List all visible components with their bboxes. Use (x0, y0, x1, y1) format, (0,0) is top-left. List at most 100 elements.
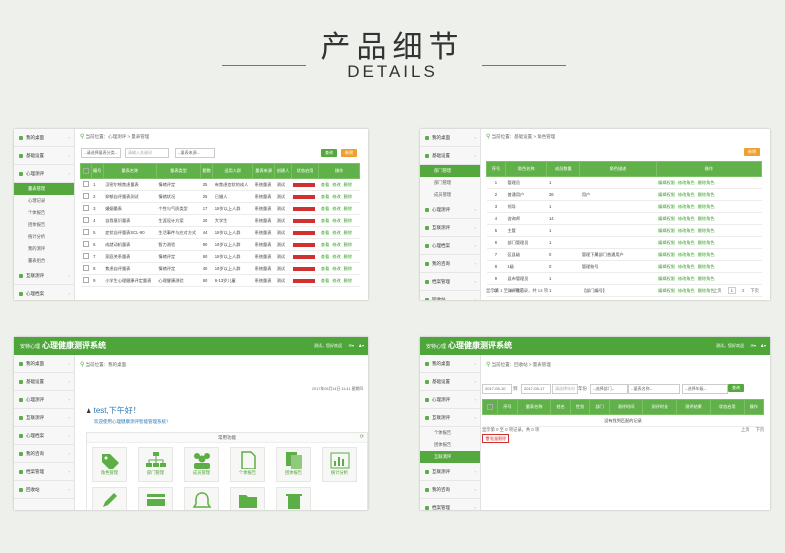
op-link[interactable]: 查看 (321, 278, 329, 283)
submenu-item[interactable]: 成员管理 (420, 189, 480, 201)
submenu-item[interactable]: 团体报告 (14, 219, 74, 231)
submenu-item[interactable]: 我的测评 (14, 243, 74, 255)
page-link[interactable]: 2 (742, 288, 744, 293)
checkbox[interactable] (487, 403, 494, 410)
sidebar-item[interactable]: 我的桌面 › (14, 355, 74, 373)
op-link[interactable]: 修改 (332, 218, 340, 223)
sidebar-item[interactable]: 基础设置 › (420, 373, 480, 391)
op-link[interactable]: 修改 (332, 254, 340, 259)
op-link[interactable]: 查看 (321, 206, 329, 211)
user-icon[interactable]: ♟▾ (760, 343, 766, 348)
shortcut-tile[interactable]: 团体报告 (276, 447, 311, 482)
page-link[interactable]: 上页 (741, 427, 750, 432)
op-link[interactable]: 修改角色 (678, 240, 695, 245)
submenu-item[interactable]: 部门管理 (420, 177, 480, 189)
status-toggle[interactable] (293, 266, 316, 271)
op-link[interactable]: 修改 (332, 242, 340, 247)
op-link[interactable]: 删除 (344, 278, 352, 283)
op-link[interactable]: 编辑权限 (658, 204, 675, 209)
submenu-item[interactable]: 部门管理 (420, 165, 480, 177)
op-link[interactable]: 编辑权限 (658, 252, 675, 257)
sidebar-item[interactable]: 心理测评 › (420, 391, 480, 409)
sidebar-item[interactable]: 回收站 › (420, 291, 480, 300)
checkbox[interactable] (82, 205, 89, 211)
sidebar-item[interactable]: 互联测评 › (14, 409, 74, 427)
shortcut-tile[interactable]: 个体报告 (230, 447, 265, 482)
op-link[interactable]: 修改角色 (678, 228, 695, 233)
submenu-item[interactable]: 心理记录 (14, 195, 74, 207)
sidebar-item[interactable]: 我的桌面 › (14, 129, 74, 147)
op-link[interactable]: 查看 (321, 254, 329, 259)
user-icon[interactable]: ♟▾ (358, 343, 364, 348)
add-button[interactable]: 新增 (744, 148, 760, 156)
sidebar-item[interactable]: 心理测评 › (14, 391, 74, 409)
submenu-item[interactable]: 量表管理 (14, 183, 74, 195)
submenu-item[interactable]: 个体报告 (14, 207, 74, 219)
refresh-icon[interactable]: ⟳ (360, 434, 364, 440)
status-toggle[interactable] (293, 230, 316, 235)
checkbox[interactable] (82, 181, 89, 187)
op-link[interactable]: 编辑权限 (658, 216, 675, 221)
op-link[interactable]: 编辑权限 (658, 180, 675, 185)
op-link[interactable]: 删除 (344, 206, 352, 211)
op-link[interactable]: 查看 (321, 242, 329, 247)
checkbox[interactable] (82, 241, 89, 247)
op-link[interactable]: 查看 (321, 218, 329, 223)
sidebar-item[interactable]: 我的咨询 › (420, 481, 480, 499)
date-from-input[interactable]: 2017-05-10 (482, 384, 512, 394)
sidebar-item[interactable]: 我的桌面 › (420, 129, 480, 147)
op-link[interactable]: 删除 (344, 194, 352, 199)
sidebar-item[interactable]: 心理档案 › (14, 285, 74, 300)
keyword-input[interactable]: 请输入关键词 (125, 148, 169, 158)
op-link[interactable]: 删除 (344, 254, 352, 259)
scale-category-select[interactable]: --请选择量表分类-- (81, 148, 121, 158)
shortcut-tile[interactable] (184, 487, 219, 510)
op-link[interactable]: 删除角色 (698, 216, 715, 221)
submenu-item[interactable]: 团体报告 (420, 439, 480, 451)
shortcut-tile[interactable]: 部门管理 (138, 447, 173, 482)
shortcut-tile[interactable] (138, 487, 173, 510)
status-toggle[interactable] (293, 218, 316, 223)
shortcut-tile[interactable] (230, 487, 265, 510)
shortcut-tile[interactable]: 角色管理 (92, 447, 127, 482)
year-input[interactable]: 请选择年份 (552, 384, 578, 394)
sidebar-item[interactable]: 我的桌面 › (420, 355, 480, 373)
page-link[interactable]: 1 (727, 287, 736, 294)
op-link[interactable]: 修改 (332, 278, 340, 283)
sidebar-item[interactable]: 心理档案 › (420, 237, 480, 255)
page-link[interactable]: 下页 (756, 427, 765, 432)
sidebar-item[interactable]: 互联测评 › (420, 219, 480, 237)
mail-icon[interactable]: ✉▾ (751, 343, 756, 348)
sidebar-item[interactable]: 档案管理 › (420, 499, 480, 510)
op-link[interactable]: 编辑权限 (658, 288, 675, 293)
op-link[interactable]: 修改 (332, 182, 340, 187)
op-link[interactable]: 编辑权限 (658, 276, 675, 281)
query-button[interactable]: 查询 (728, 384, 744, 392)
op-link[interactable]: 编辑权限 (658, 228, 675, 233)
op-link[interactable]: 编辑权限 (658, 264, 675, 269)
sidebar-item[interactable]: 基础设置 › (14, 373, 74, 391)
sidebar-item[interactable]: 互联测评 › (420, 409, 480, 427)
sidebar-item[interactable]: 档案管理 › (14, 463, 74, 481)
sidebar-item[interactable]: 我的咨询 › (420, 255, 480, 273)
sidebar-item[interactable]: 基础设置 › (14, 147, 74, 165)
op-link[interactable]: 删除角色 (698, 192, 715, 197)
submenu-item[interactable]: 统计分析 (14, 231, 74, 243)
sidebar-item[interactable]: 互联测评 › (14, 267, 74, 285)
sidebar-item[interactable]: 回收站 › (14, 481, 74, 499)
date-to-input[interactable]: 2017-05-17 (521, 384, 551, 394)
checkbox[interactable] (82, 167, 89, 174)
sidebar-item[interactable]: 心理档案 › (14, 427, 74, 445)
op-link[interactable]: 删除 (344, 242, 352, 247)
op-link[interactable]: 删除角色 (698, 252, 715, 257)
op-link[interactable]: 删除 (344, 218, 352, 223)
mail-icon[interactable]: ✉▾ (349, 343, 354, 348)
shortcut-tile[interactable]: 统计分析 (322, 447, 357, 482)
sidebar-item[interactable]: 互联测评 › (420, 463, 480, 481)
shortcut-tile[interactable] (276, 487, 311, 510)
op-link[interactable]: 修改 (332, 266, 340, 271)
op-link[interactable]: 删除 (344, 266, 352, 271)
scale-name-select[interactable]: --量表名称-- (628, 384, 680, 394)
op-link[interactable]: 编辑权限 (658, 192, 675, 197)
submenu-item[interactable]: 个体报告 (420, 427, 480, 439)
